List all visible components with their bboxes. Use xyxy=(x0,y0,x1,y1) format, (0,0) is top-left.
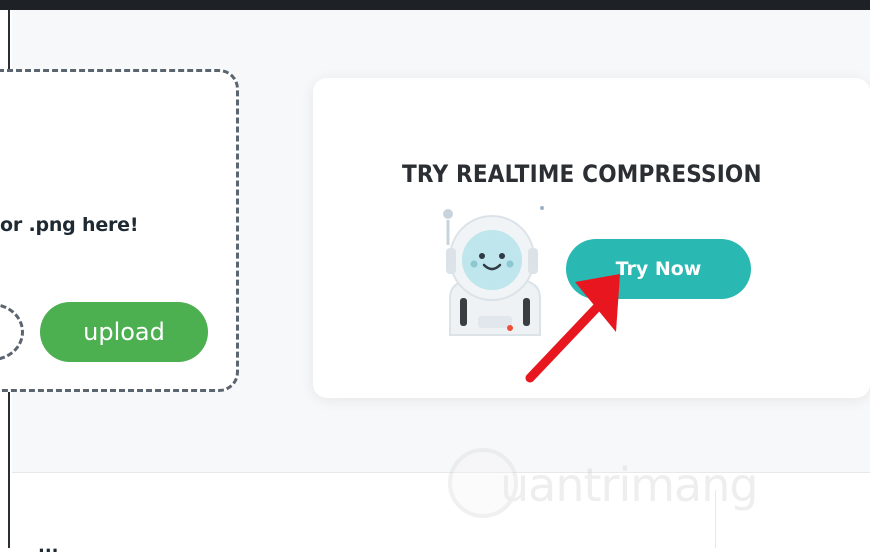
upload-button[interactable]: upload xyxy=(40,302,208,362)
card-title: TRY REALTIME COMPRESSION xyxy=(402,160,762,188)
window-top-edge xyxy=(0,0,870,10)
watermark-text: uantrimang xyxy=(500,458,759,512)
lower-heading-partial: ... xyxy=(38,536,59,557)
watermark: uantrimang xyxy=(448,448,808,538)
dropzone-hint-text: or .png here! xyxy=(0,214,139,236)
red-arrow-annotation xyxy=(525,274,620,383)
